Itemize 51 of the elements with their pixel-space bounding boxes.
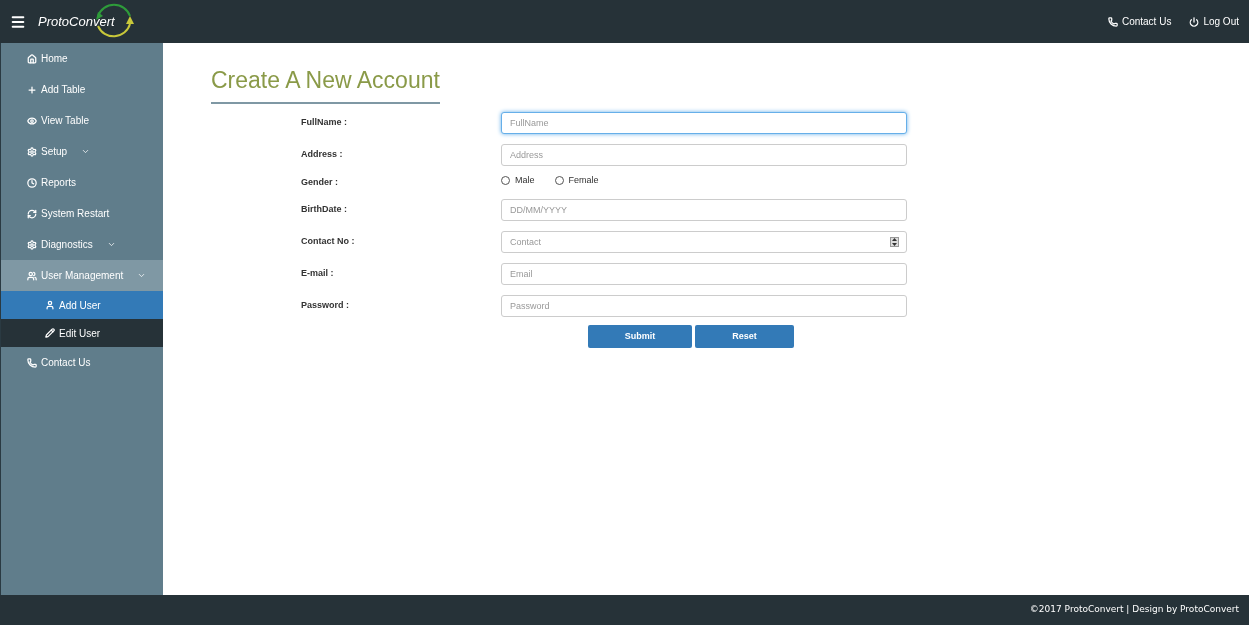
header-link[interactable]: Log Out — [1189, 14, 1239, 29]
input-field[interactable]: Email — [501, 263, 907, 285]
field-label: Gender : — [300, 175, 339, 189]
logo-text[interactable]: ProtoConvert — [38, 11, 115, 32]
users-icon — [27, 270, 37, 281]
sidebar-subitem[interactable]: Edit User — [1, 319, 163, 347]
field-label: Contact No : — [300, 235, 356, 249]
sidebar-item[interactable]: Add Table — [1, 74, 163, 105]
home-icon — [27, 53, 37, 64]
phone-icon — [27, 357, 37, 368]
sidebar-item[interactable]: System Restart — [1, 198, 163, 229]
footer-text: ©2017 ProtoConvert | Design by ProtoConvert — [1029, 603, 1239, 617]
field-label: E-mail : — [300, 267, 335, 281]
field-label: Address : — [300, 147, 344, 161]
sidebar-item[interactable]: Contact Us — [1, 347, 163, 378]
input-field[interactable]: Address — [501, 143, 907, 166]
sidebar-item[interactable]: Home — [1, 43, 163, 74]
sidebar-item[interactable]: Setup — [1, 136, 163, 167]
field-label: FullName : — [300, 115, 348, 129]
field-label: Password : — [300, 299, 350, 313]
page-title: Create A New Account — [211, 63, 440, 104]
gear-icon — [27, 239, 37, 250]
input-field[interactable]: Contact — [501, 231, 907, 253]
clock-icon — [27, 177, 37, 188]
sidebar-item[interactable]: User Management — [1, 260, 163, 291]
power-icon — [1189, 16, 1200, 27]
input-field[interactable]: FullName — [501, 111, 907, 134]
form-button[interactable]: Reset — [695, 325, 794, 348]
sidebar-item[interactable]: View Table — [1, 105, 163, 136]
user-icon — [45, 300, 55, 310]
header-link[interactable]: Contact Us — [1107, 14, 1172, 29]
sidebar-item[interactable]: Reports — [1, 167, 163, 198]
phone-icon — [1107, 16, 1118, 27]
chevron-icon — [106, 240, 116, 249]
gear-icon — [27, 146, 37, 157]
menu-icon[interactable] — [10, 13, 26, 30]
sidebar-subitem[interactable]: Add User — [1, 291, 163, 319]
form-button[interactable]: Submit — [588, 325, 692, 348]
input-field[interactable]: DD/MM/YYYY — [501, 199, 907, 221]
chevron-icon — [137, 271, 147, 280]
spinner-icon[interactable] — [890, 237, 899, 247]
sidebar-item[interactable]: Diagnostics — [1, 229, 163, 260]
eye-icon — [27, 115, 37, 126]
field-label: BirthDate : — [300, 203, 348, 217]
radio-option[interactable]: Male — [501, 173, 535, 187]
plus-icon — [27, 84, 37, 95]
pencil-icon — [45, 328, 55, 338]
chevron-icon — [81, 147, 91, 156]
radio-option[interactable]: Female — [554, 173, 599, 187]
refresh-icon — [27, 208, 37, 219]
input-field[interactable]: Password — [501, 295, 907, 317]
